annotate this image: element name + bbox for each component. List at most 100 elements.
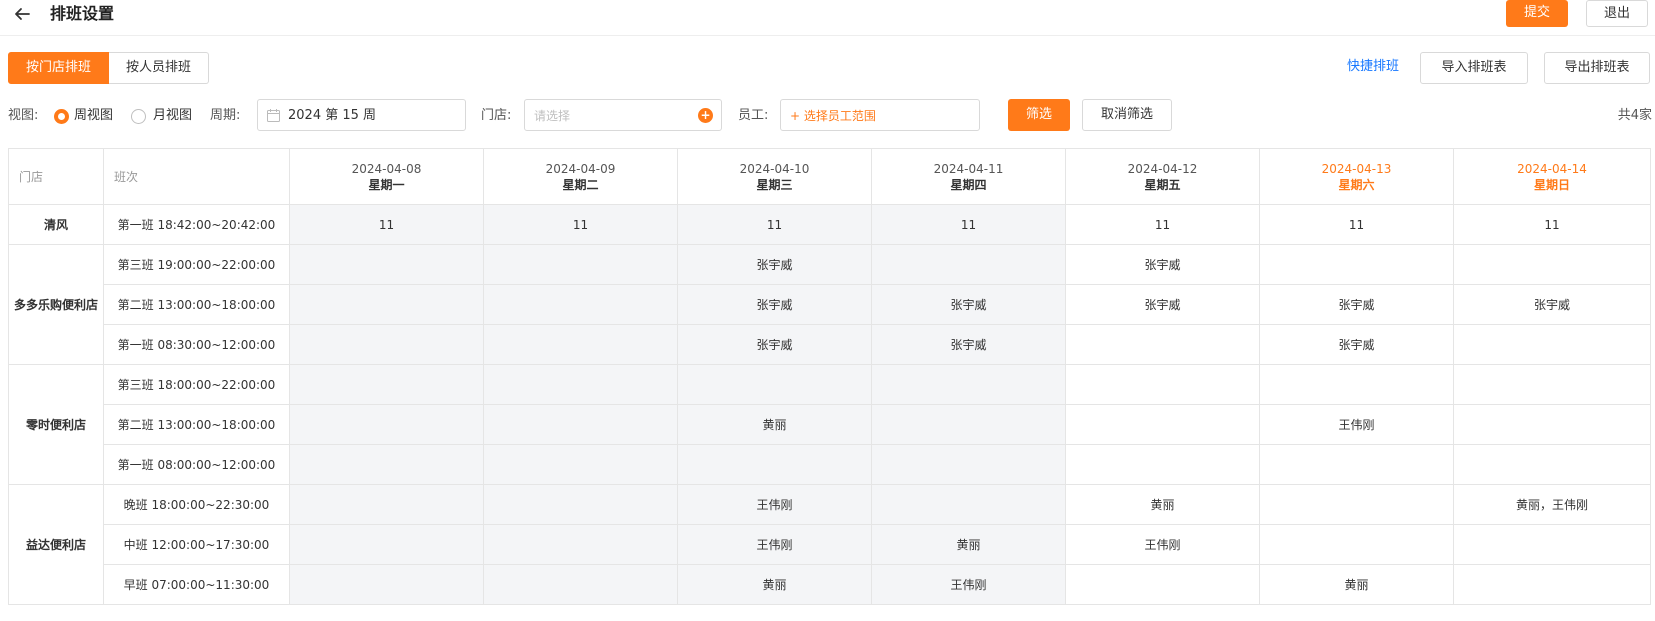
store-select[interactable]: 请选择 + [524,99,722,131]
add-circle-icon[interactable]: + [698,108,713,123]
schedule-cell[interactable]: 张宇威 [677,324,872,365]
schedule-cell[interactable]: 黄丽 [677,564,872,605]
schedule-cell[interactable] [1259,524,1454,565]
schedule-cell[interactable] [289,444,484,485]
schedule-cell[interactable] [1065,364,1260,405]
schedule-cell[interactable] [871,404,1066,445]
schedule-cell[interactable]: 11 [1453,204,1651,245]
schedule-cell[interactable]: 张宇威 [1259,284,1454,325]
tab-by-store[interactable]: 按门店排班 [8,52,110,84]
schedule-cell[interactable]: 张宇威 [871,324,1066,365]
schedule-cell[interactable] [483,284,678,325]
export-schedule-button[interactable]: 导出排班表 [1544,52,1650,84]
schedule-cell[interactable] [1453,444,1651,485]
schedule-cell[interactable] [871,244,1066,285]
schedule-cell[interactable] [871,484,1066,525]
schedule-cell[interactable] [289,524,484,565]
schedule-cell[interactable] [483,324,678,365]
staff-range-select[interactable]: + 选择员工范围 [780,99,980,131]
schedule-cell[interactable] [1259,444,1454,485]
schedule-cell[interactable]: 11 [483,204,678,245]
schedule-cell[interactable]: 11 [1065,204,1260,245]
day-weekday: 星期六 [1338,177,1375,192]
schedule-cell[interactable]: 张宇威 [871,284,1066,325]
week-view-radio[interactable] [54,109,69,124]
shift-name: 第一班 08:30:00~12:00:00 [103,324,290,365]
schedule-cell[interactable]: 张宇威 [677,244,872,285]
schedule-cell[interactable] [871,364,1066,405]
schedule-cell[interactable] [677,444,872,485]
schedule-cell[interactable]: 黄丽 [677,404,872,445]
tab-by-staff[interactable]: 按人员排班 [109,52,210,84]
schedule-cell[interactable] [289,244,484,285]
day-date: 2024-04-14 [1517,161,1587,176]
schedule-cell[interactable] [483,404,678,445]
schedule-cell[interactable] [289,564,484,605]
schedule-cell[interactable] [289,364,484,405]
cancel-filter-button[interactable]: 取消筛选 [1082,99,1172,131]
table-row: 第二班 13:00:00~18:00:00 张宇威 张宇威 张宇威 张宇威 张宇威 [9,284,1651,325]
schedule-cell[interactable] [1065,444,1260,485]
select-staff-range-button[interactable]: + 选择员工范围 [790,107,876,125]
day-weekday: 星期二 [562,177,599,192]
back-arrow-icon[interactable] [12,4,32,24]
schedule-cell[interactable]: 王伟刚 [677,484,872,525]
schedule-cell[interactable] [1453,564,1651,605]
schedule-cell[interactable]: 11 [871,204,1066,245]
store-name: 益达便利店 [8,484,104,605]
schedule-cell[interactable]: 11 [289,204,484,245]
schedule-cell[interactable]: 张宇威 [1453,284,1651,325]
table-row: 第一班 08:30:00~12:00:00 张宇威 张宇威 张宇威 [9,324,1651,365]
schedule-cell[interactable]: 11 [1259,204,1454,245]
schedule-cell[interactable] [483,524,678,565]
schedule-cell[interactable] [1065,564,1260,605]
schedule-cell[interactable] [483,364,678,405]
schedule-cell[interactable]: 张宇威 [1065,284,1260,325]
schedule-cell[interactable]: 11 [677,204,872,245]
schedule-cell[interactable]: 王伟刚 [1259,404,1454,445]
schedule-cell[interactable] [1259,484,1454,525]
schedule-cell[interactable] [1065,324,1260,365]
shift-name: 中班 12:00:00~17:30:00 [103,524,290,565]
schedule-cell[interactable] [483,484,678,525]
week-view-label[interactable]: 周视图 [74,107,113,125]
schedule-cell[interactable] [871,444,1066,485]
schedule-cell[interactable]: 黄丽，王伟刚 [1453,484,1651,525]
schedule-cell[interactable]: 王伟刚 [1065,524,1260,565]
schedule-cell[interactable]: 张宇威 [677,284,872,325]
schedule-cell[interactable] [289,404,484,445]
column-header-day: 2024-04-14 星期日 [1453,148,1651,205]
schedule-cell[interactable] [1453,404,1651,445]
schedule-cell[interactable] [1259,244,1454,285]
schedule-cell[interactable]: 张宇威 [1259,324,1454,365]
day-weekday: 星期四 [950,177,987,192]
exit-button[interactable]: 退出 [1586,0,1648,27]
quick-schedule-link[interactable]: 快捷排班 [1347,58,1399,76]
month-view-radio[interactable] [131,109,146,124]
schedule-cell[interactable] [289,284,484,325]
schedule-cell[interactable]: 黄丽 [1259,564,1454,605]
submit-button[interactable]: 提交 [1506,0,1568,27]
period-picker[interactable]: 2024 第 15 周 [257,99,466,131]
schedule-cell[interactable] [289,484,484,525]
schedule-cell[interactable]: 张宇威 [1065,244,1260,285]
schedule-cell[interactable] [1453,324,1651,365]
import-schedule-button[interactable]: 导入排班表 [1420,52,1528,84]
schedule-cell[interactable]: 黄丽 [871,524,1066,565]
shift-name: 第三班 18:00:00~22:00:00 [103,364,290,405]
schedule-cell[interactable] [483,564,678,605]
schedule-cell[interactable] [483,244,678,285]
schedule-cell[interactable] [289,324,484,365]
schedule-cell[interactable] [1065,404,1260,445]
schedule-cell[interactable] [677,364,872,405]
schedule-cell[interactable]: 王伟刚 [677,524,872,565]
schedule-cell[interactable] [1453,364,1651,405]
schedule-cell[interactable] [483,444,678,485]
schedule-cell[interactable] [1453,244,1651,285]
schedule-cell[interactable] [1453,524,1651,565]
schedule-cell[interactable]: 王伟刚 [871,564,1066,605]
schedule-cell[interactable] [1259,364,1454,405]
schedule-cell[interactable]: 黄丽 [1065,484,1260,525]
filter-button[interactable]: 筛选 [1008,99,1070,131]
month-view-label[interactable]: 月视图 [153,107,192,125]
